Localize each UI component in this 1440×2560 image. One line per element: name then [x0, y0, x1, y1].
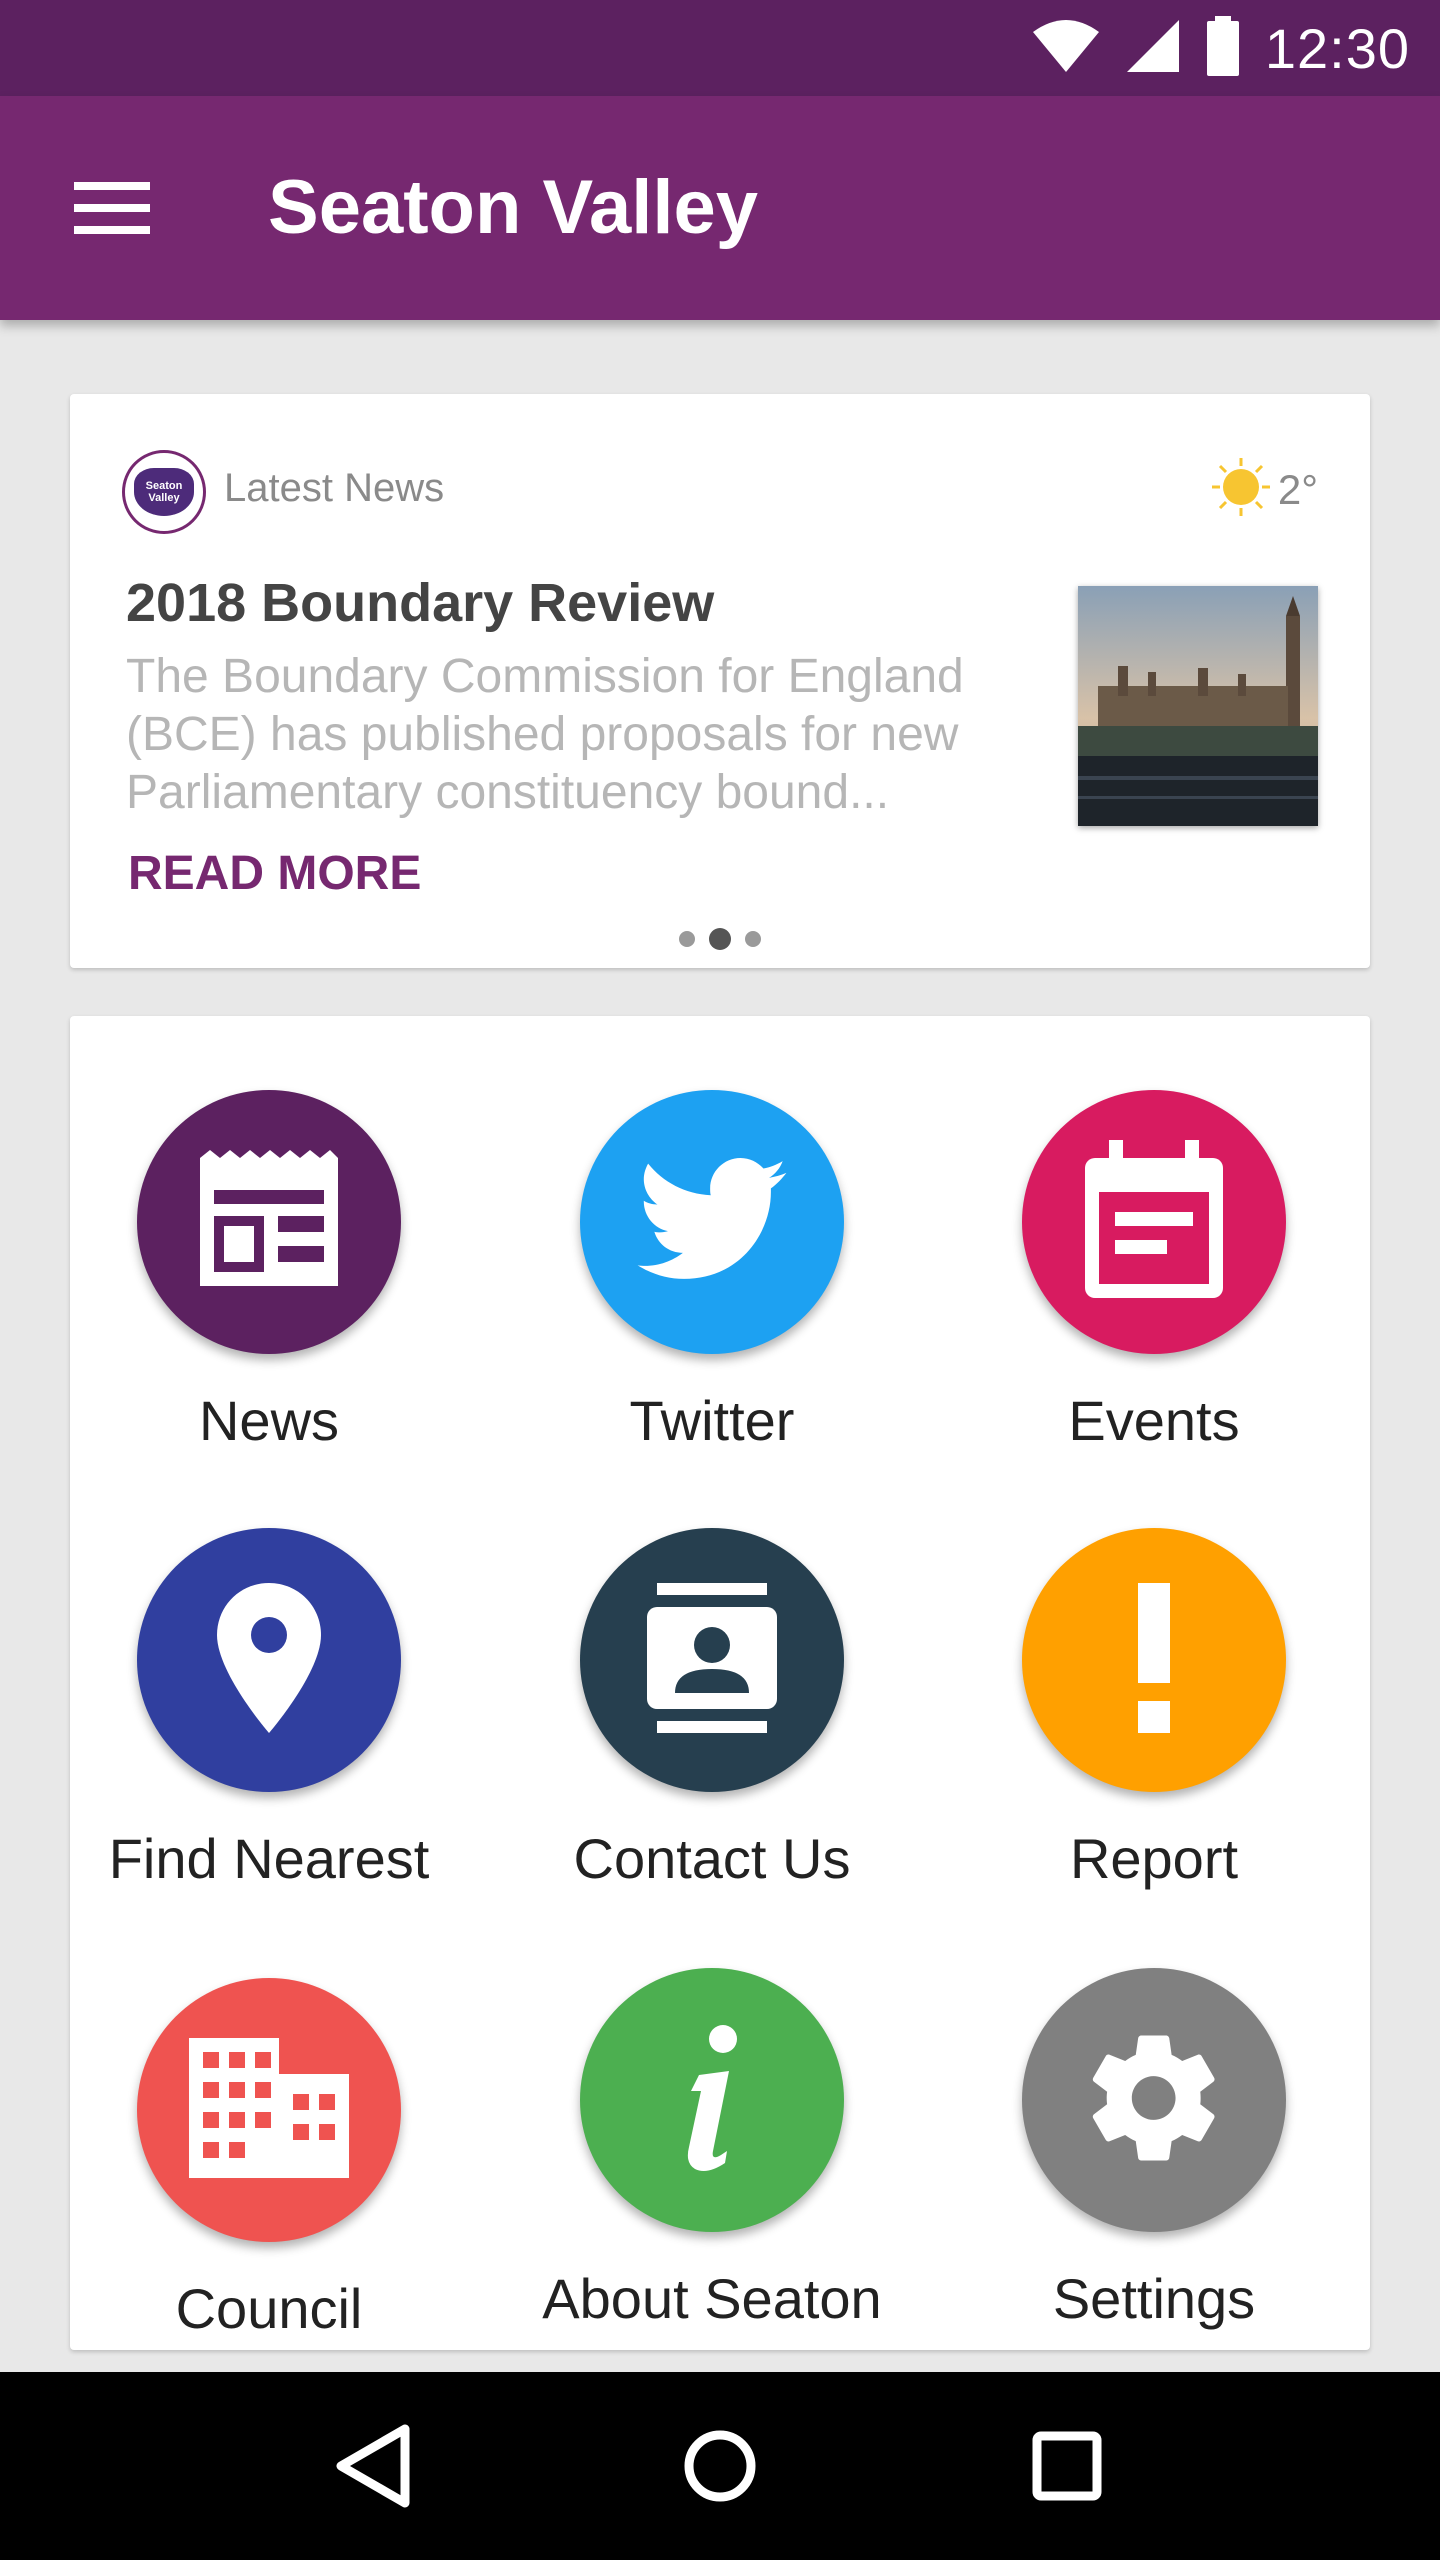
- tile-events[interactable]: Events: [954, 1090, 1354, 1490]
- tile-settings-label: Settings: [1052, 2267, 1256, 2330]
- tile-settings-circle[interactable]: [1022, 1968, 1286, 2232]
- news-headline[interactable]: 2018 Boundary Review: [126, 572, 714, 634]
- tile-find-nearest[interactable]: Find Nearest: [69, 1528, 469, 1928]
- building-icon: [189, 2037, 349, 2183]
- tile-find-nearest-label: Find Nearest: [108, 1827, 430, 1890]
- pager-dot[interactable]: [679, 931, 695, 947]
- news-thumbnail-image[interactable]: [1078, 586, 1318, 826]
- tile-twitter-circle[interactable]: [580, 1090, 844, 1354]
- tile-about-seaton-circle[interactable]: [580, 1968, 844, 2232]
- tile-contact-us-label: Contact Us: [573, 1827, 851, 1890]
- tile-council[interactable]: Council: [69, 1978, 469, 2378]
- tile-events-circle[interactable]: [1022, 1090, 1286, 1354]
- recents-icon[interactable]: [1007, 2406, 1127, 2526]
- news-pager: [70, 928, 1370, 950]
- info-icon: [677, 2023, 747, 2178]
- menu-grid: News Twitter Events Find Nearest Contact…: [70, 1016, 1370, 2350]
- gear-icon: [1079, 2023, 1229, 2178]
- tile-settings[interactable]: Settings: [954, 1968, 1354, 2368]
- news-summary: The Boundary Commission for England (BCE…: [126, 650, 964, 819]
- twitter-bird-icon: [637, 1157, 787, 1287]
- tile-contact-us-circle[interactable]: [580, 1528, 844, 1792]
- weather-widget: 2°: [1210, 456, 1318, 523]
- wifi-icon: [1031, 18, 1101, 79]
- tile-council-label: Council: [175, 2277, 363, 2340]
- tile-twitter-label: Twitter: [629, 1389, 795, 1452]
- news-source-label: Latest News: [224, 466, 445, 510]
- sun-icon: [1210, 456, 1272, 523]
- tile-find-nearest-circle[interactable]: [137, 1528, 401, 1792]
- location-pin-icon: [217, 1582, 321, 1738]
- status-time: 12:30: [1264, 16, 1410, 80]
- calendar-icon: [1079, 1139, 1229, 1305]
- tile-events-label: Events: [1068, 1389, 1240, 1452]
- logo-text-seaton: Seaton: [145, 480, 183, 492]
- weather-temperature: 2°: [1277, 465, 1318, 513]
- app-title: Seaton Valley: [268, 165, 759, 250]
- tile-report[interactable]: Report: [954, 1528, 1354, 1928]
- app-bar: Seaton Valley: [0, 96, 1440, 320]
- exclamation-icon: [1134, 1582, 1174, 1738]
- newspaper-icon: [194, 1149, 344, 1295]
- back-icon[interactable]: [313, 2406, 433, 2526]
- tile-about-seaton[interactable]: About Seaton: [512, 1968, 912, 2368]
- tile-council-circle[interactable]: [137, 1978, 401, 2242]
- tile-about-seaton-label: About Seaton: [542, 2267, 882, 2330]
- logo-text-valley: Valley: [148, 492, 180, 504]
- home-icon[interactable]: [660, 2406, 780, 2526]
- read-more-link[interactable]: READ MORE: [128, 846, 421, 901]
- news-card[interactable]: Seaton Valley Latest News 2° 2018 Bounda…: [70, 394, 1370, 968]
- status-bar: 12:30: [0, 0, 1440, 96]
- tile-news-circle[interactable]: [137, 1090, 401, 1354]
- hamburger-menu-icon[interactable]: [56, 168, 168, 248]
- pager-dot[interactable]: [745, 931, 761, 947]
- system-nav-bar: [0, 2372, 1440, 2560]
- tile-report-label: Report: [1069, 1827, 1239, 1890]
- tile-twitter[interactable]: Twitter: [512, 1090, 912, 1490]
- tile-news[interactable]: News: [69, 1090, 469, 1490]
- cell-signal-icon: [1125, 18, 1181, 79]
- battery-icon: [1205, 15, 1241, 81]
- seaton-valley-logo: Seaton Valley: [122, 450, 206, 534]
- pager-dot-active[interactable]: [709, 928, 731, 950]
- contacts-icon: [647, 1582, 777, 1738]
- tile-news-label: News: [198, 1389, 340, 1452]
- tile-report-circle[interactable]: [1022, 1528, 1286, 1792]
- tile-contact-us[interactable]: Contact Us: [512, 1528, 912, 1928]
